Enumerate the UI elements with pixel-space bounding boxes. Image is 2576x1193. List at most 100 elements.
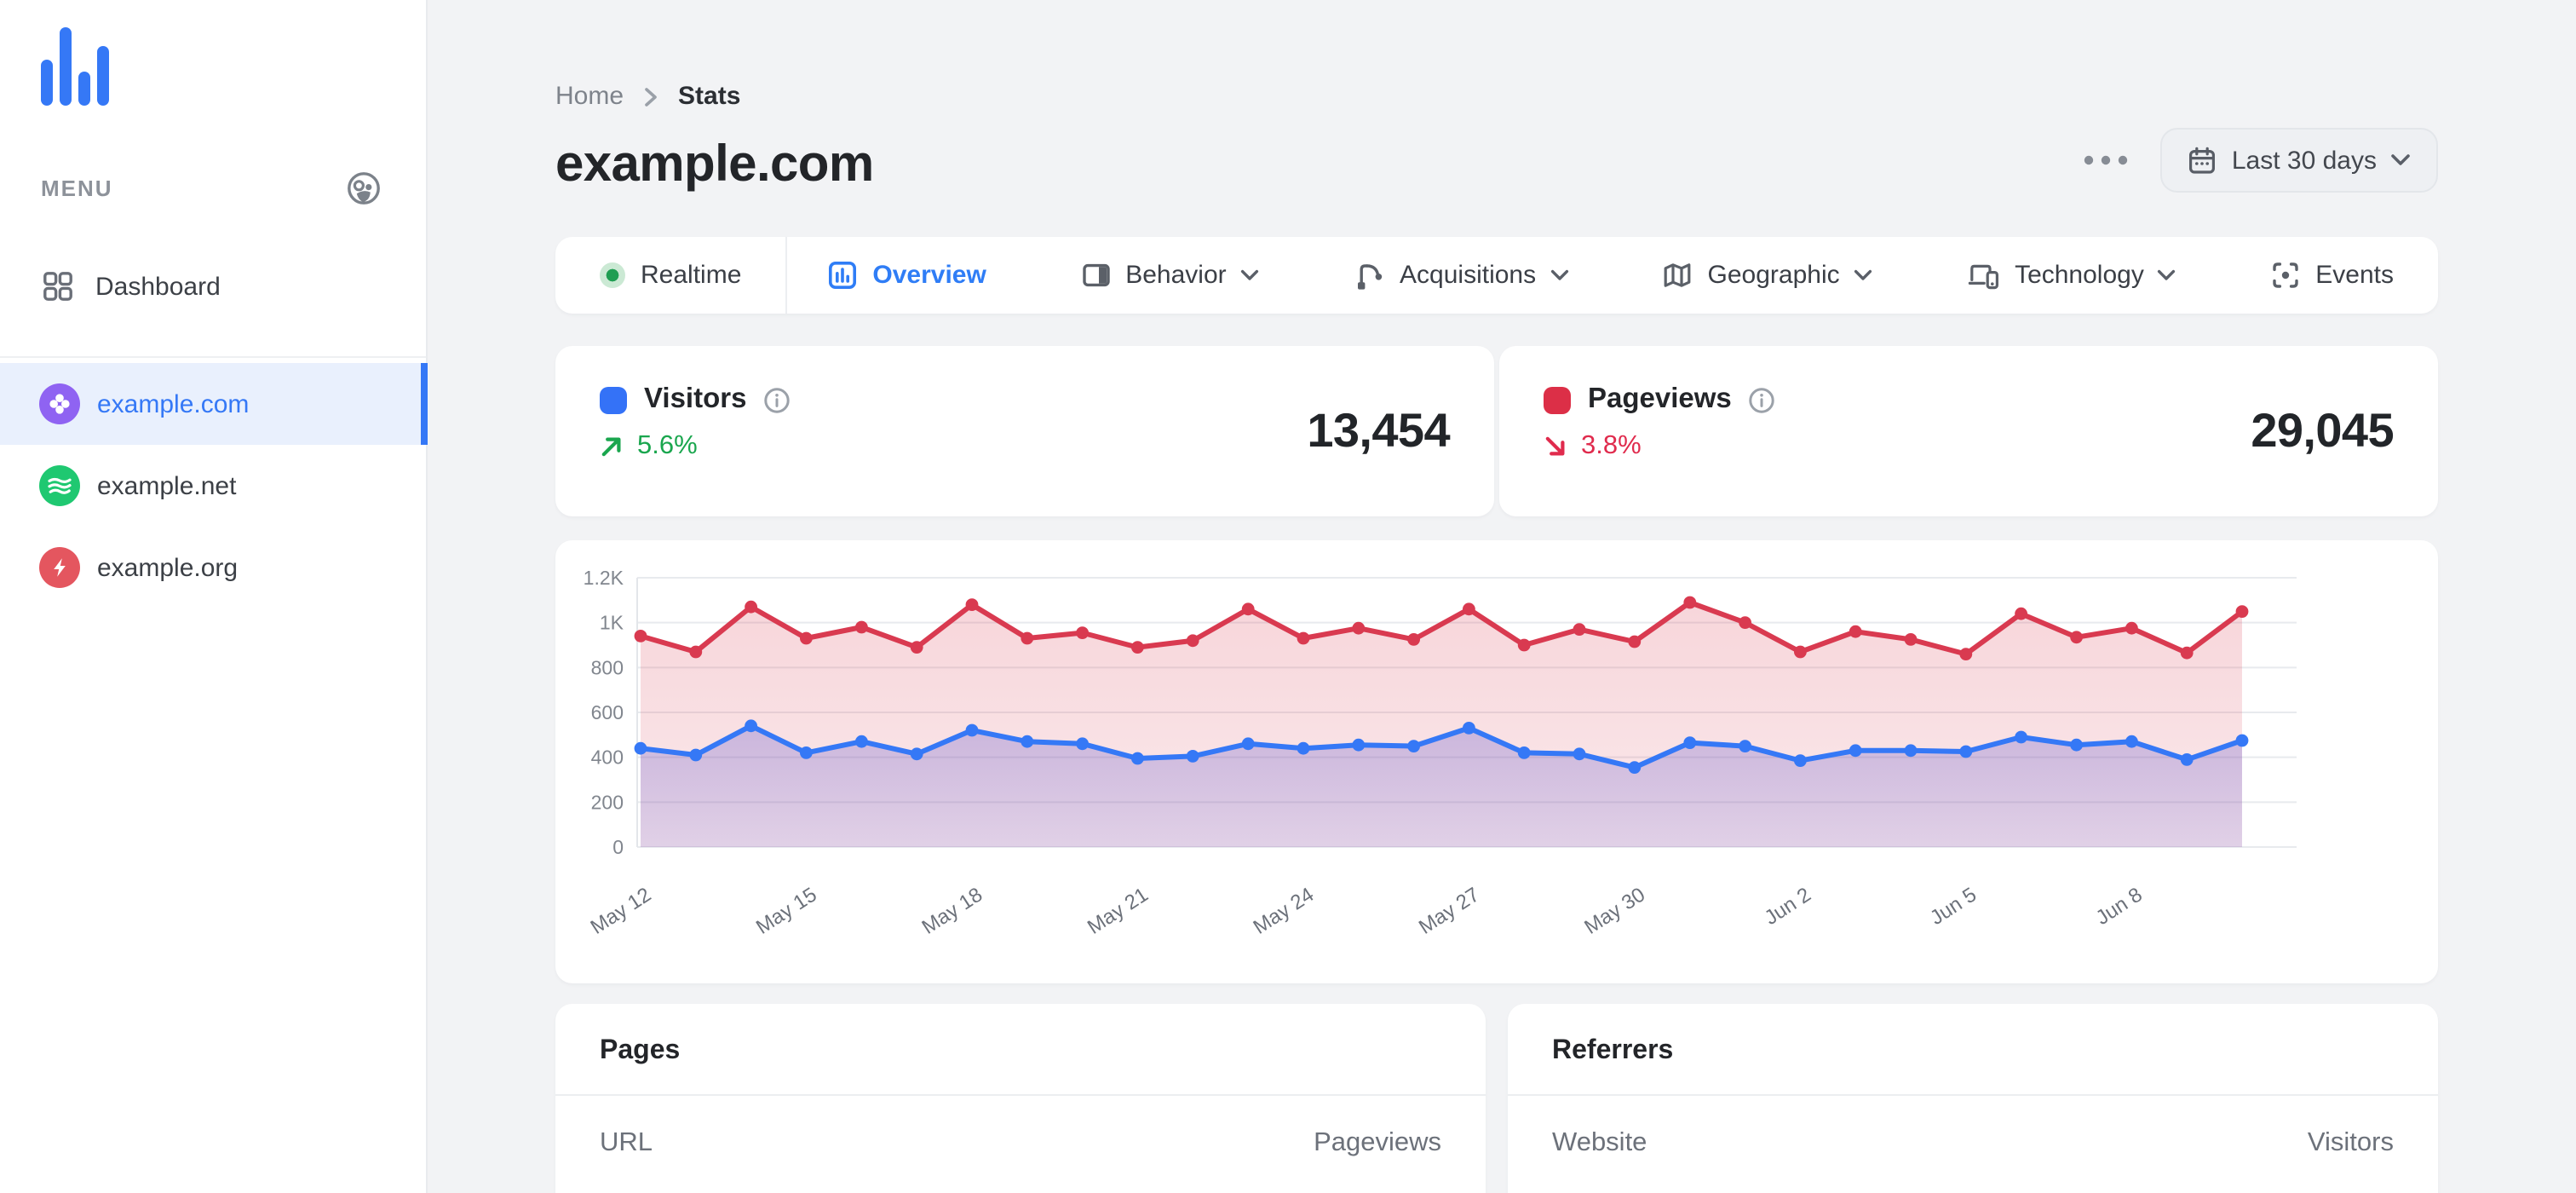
site-label: example.net [97,471,237,500]
pageviews-value: 29,045 [2251,404,2394,457]
site-item-example-com[interactable]: example.com [0,363,428,445]
site-item-example-net[interactable]: example.net [0,445,426,527]
pageviews-swatch [1544,386,1571,413]
traffic-chart-card: 0 200 400 600 800 1K 1.2K May 12 May 15 May 18 May… [555,540,2438,983]
stat-delta: 3.8% [1581,431,1642,460]
section-tabbar: Realtime Overview Behavior Acquisitions … [555,237,2438,314]
live-dot-icon [600,262,625,288]
chevron-right-icon [645,87,657,106]
visitors-stat-card: Visitors 5.6% 13,454 [555,346,1494,516]
bolt-icon [39,547,80,588]
svg-text:Jun 5: Jun 5 [1926,883,1981,930]
svg-text:May 12: May 12 [587,883,656,939]
visitors-value: 13,454 [1307,404,1450,457]
tab-events[interactable]: Events [2271,261,2394,290]
svg-text:May 30: May 30 [1580,883,1649,939]
breadcrumb-current: Stats [678,82,741,111]
trend-down-icon [1545,436,1565,456]
column-header-pageviews: Pageviews [1314,1128,1441,1157]
waves-icon [39,465,80,506]
svg-text:1.2K: 1.2K [584,567,624,589]
tab-label: Acquisitions [1400,261,1537,290]
table-title: Pages [600,1036,681,1065]
tab-label: Technology [2015,261,2144,290]
stats-row: Visitors 5.6% 13,454 Pageviews 3.8% 29,0… [555,346,2438,516]
tab-acquisitions[interactable]: Acquisitions [1354,260,1568,291]
site-label: example.org [97,553,239,582]
svg-text:Jun 8: Jun 8 [2092,883,2147,930]
grid-icon [43,272,72,301]
page-title: example.com [555,136,874,193]
tab-geographic[interactable]: Geographic [1664,261,1872,290]
site-list: example.com example.net example.org [0,363,428,608]
calendar-icon [2188,146,2215,173]
tab-technology[interactable]: Technology [1967,261,2176,290]
svg-text:May 18: May 18 [918,883,987,939]
column-header-visitors: Visitors [2307,1128,2394,1157]
referrers-card: Referrers Website Visitors [1508,1004,2438,1193]
svg-text:Jun 2: Jun 2 [1761,883,1815,930]
column-header-url: URL [600,1128,653,1157]
app-logo-icon [41,27,109,106]
site-item-example-org[interactable]: example.org [0,527,426,608]
stat-delta: 5.6% [637,431,698,460]
info-icon[interactable] [763,386,791,413]
main-content: Home Stats example.com Last 30 days Real… [428,0,2576,1193]
pages-card: Pages URL Pageviews [555,1004,1486,1193]
traffic-line-chart: 0 200 400 600 800 1K 1.2K May 12 May 15 May 18 May… [555,540,2438,956]
tabbar-divider [785,237,788,314]
trend-up-icon [601,437,621,457]
stat-label: Visitors [644,383,747,414]
tab-label: Overview [872,261,986,290]
svg-text:200: 200 [591,791,624,813]
clover-icon [39,383,80,424]
breadcrumb: Home Stats [555,82,874,111]
chevron-down-icon [1854,269,1872,280]
svg-text:May 24: May 24 [1250,883,1319,939]
chevron-down-icon [1240,269,1258,280]
geographic-icon [1665,263,1691,287]
svg-text:400: 400 [591,746,624,769]
site-label: example.com [97,389,250,418]
acquisitions-icon [1357,263,1382,289]
technology-icon [1967,264,1998,290]
tab-label: Behavior [1125,261,1227,290]
svg-text:0: 0 [612,836,624,858]
sidebar-collapse-icon[interactable] [346,170,382,206]
tab-label: Geographic [1707,261,1840,290]
sidebar-divider [0,356,426,358]
chevron-down-icon [2391,154,2410,165]
app-window: MENU Dashboard example.com example.net e… [0,0,2576,1193]
sidebar-item-label: Dashboard [95,272,221,301]
ellipsis-icon [2084,155,2128,165]
svg-text:600: 600 [591,701,624,723]
date-range-button[interactable]: Last 30 days [2159,128,2438,193]
chevron-down-icon [2158,269,2176,280]
chevron-down-icon [1550,269,1568,280]
info-icon[interactable] [1749,386,1776,413]
sidebar-item-dashboard[interactable]: Dashboard [0,257,426,315]
breadcrumb-home-link[interactable]: Home [555,82,624,111]
tab-behavior[interactable]: Behavior [1081,261,1258,290]
tab-overview[interactable]: Overview [828,261,986,290]
stat-label: Pageviews [1588,383,1732,414]
svg-text:800: 800 [591,656,624,678]
more-options-button[interactable] [2080,145,2131,176]
tab-label: Events [2315,261,2394,290]
tab-realtime[interactable]: Realtime [600,261,741,290]
events-icon [2273,262,2298,288]
svg-text:May 21: May 21 [1084,883,1153,939]
overview-icon [829,261,857,289]
svg-text:May 15: May 15 [752,883,821,939]
table-title: Referrers [1552,1036,1674,1065]
tables-row: Pages URL Pageviews Referrers Website Vi… [555,1004,2438,1193]
date-range-label: Last 30 days [2231,146,2377,175]
pageviews-stat-card: Pageviews 3.8% 29,045 [1499,346,2438,516]
menu-section-label: MENU [41,176,113,201]
svg-text:May 27: May 27 [1415,883,1484,939]
visitors-swatch [600,386,627,413]
tab-label: Realtime [641,261,742,290]
column-header-website: Website [1552,1128,1647,1157]
svg-text:1K: 1K [600,612,624,634]
sidebar: MENU Dashboard example.com example.net e… [0,0,428,1193]
